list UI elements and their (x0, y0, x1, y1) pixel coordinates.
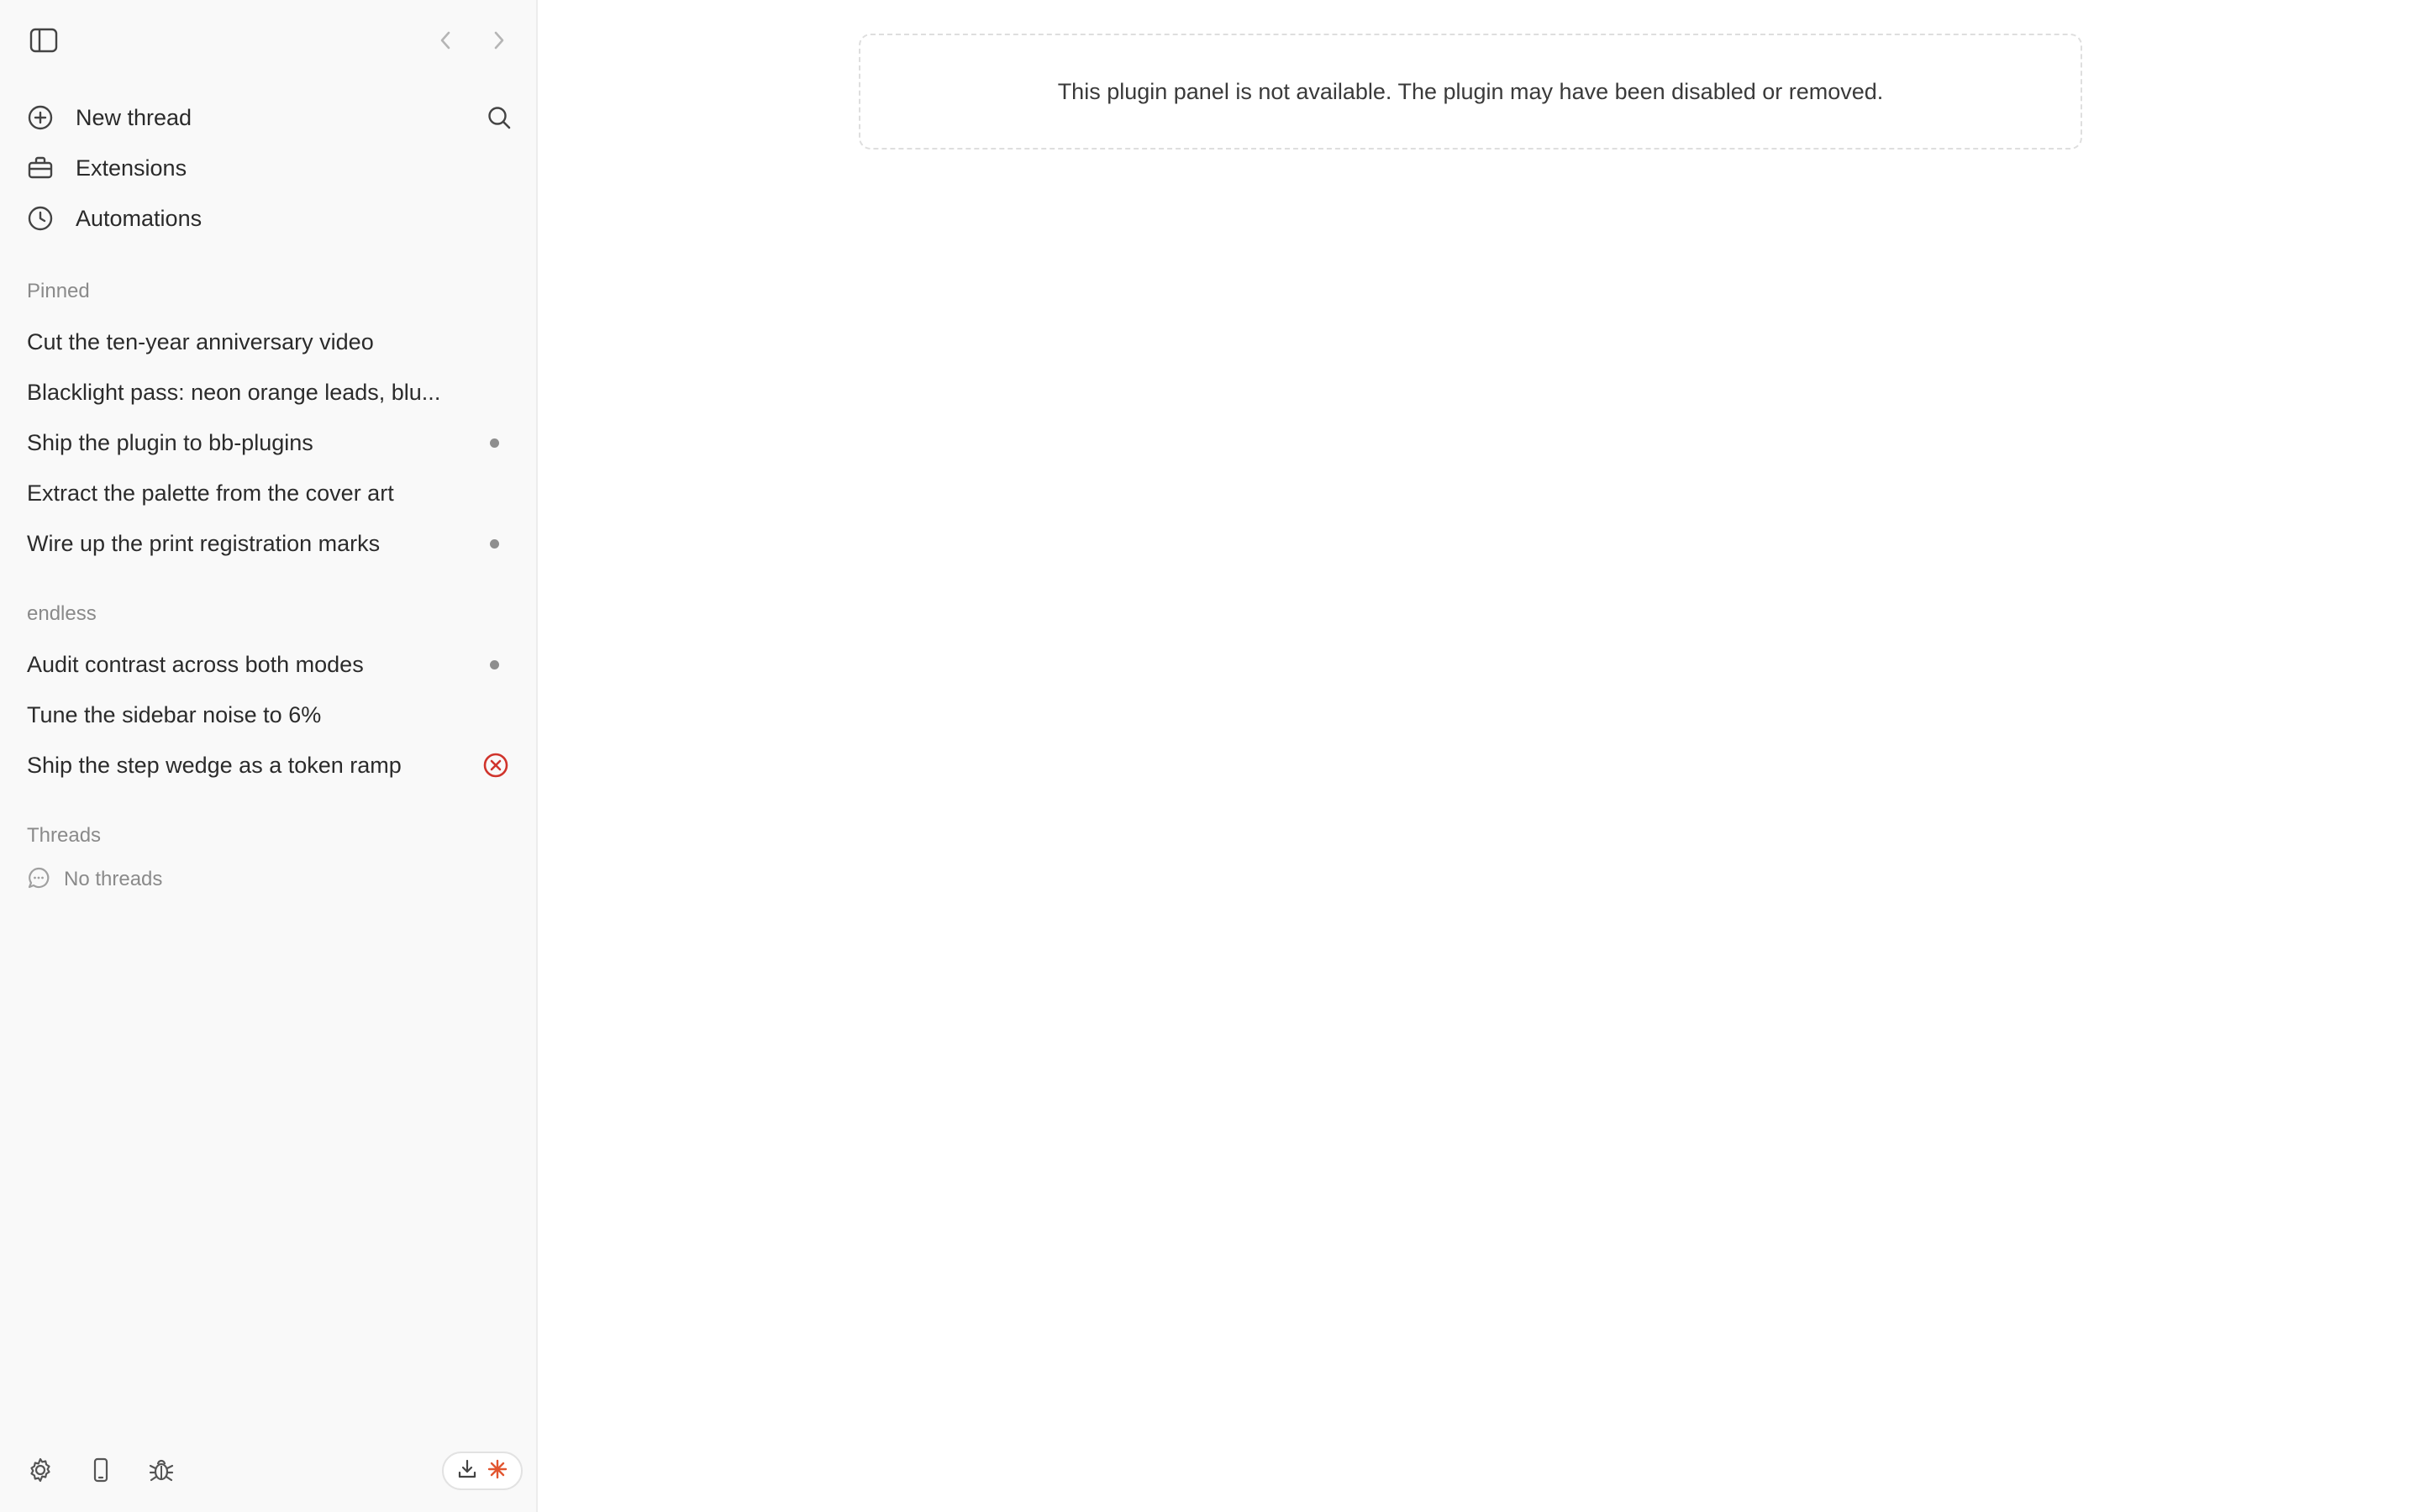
empty-threads-row: No threads (27, 865, 162, 894)
main-panel: This plugin panel is not available. The … (538, 0, 2420, 1512)
pinned-thread-item[interactable]: Ship the plugin to bb-plugins (17, 420, 521, 465)
project-section-label: endless (27, 602, 97, 625)
project-thread-item[interactable]: Ship the step wedge as a token ramp (17, 743, 521, 788)
clock-icon (25, 203, 55, 234)
project-thread-item[interactable]: Tune the sidebar noise to 6% (17, 692, 521, 738)
pinned-thread-item[interactable]: Extract the palette from the cover art (17, 470, 521, 516)
unread-dot-icon (490, 539, 499, 549)
pinned-thread-item[interactable]: Cut the ten-year anniversary video (17, 319, 521, 365)
thread-title: Wire up the print registration marks (27, 530, 381, 556)
thread-title: Blacklight pass: neon orange leads, blu.… (27, 379, 441, 405)
new-thread-button[interactable]: New thread (24, 96, 519, 139)
pinned-thread-item[interactable]: Wire up the print registration marks (17, 521, 521, 566)
extensions-label: Extensions (76, 155, 187, 181)
extensions-button[interactable]: Extensions (24, 146, 519, 190)
chat-bubble-icon (27, 866, 50, 894)
project-thread-item[interactable]: Audit contrast across both modes (17, 642, 521, 687)
thread-title: Ship the plugin to bb-plugins (27, 429, 313, 455)
notice-text: This plugin panel is not available. The … (1057, 78, 1884, 104)
spark-icon (487, 1458, 508, 1484)
thread-title: Cut the ten-year anniversary video (27, 328, 374, 354)
thread-title: Extract the palette from the cover art (27, 480, 394, 506)
thread-title: Ship the step wedge as a token ramp (27, 752, 402, 778)
forward-chevron-icon[interactable] (484, 25, 514, 55)
toggle-sidebar-icon[interactable] (27, 25, 60, 55)
sidebar: New thread Extensions Automations Pinned… (0, 0, 538, 1512)
toolbox-icon (25, 153, 55, 183)
error-circle-icon (482, 752, 509, 779)
app-window: New thread Extensions Automations Pinned… (0, 0, 2420, 1512)
unread-dot-icon (490, 438, 499, 448)
new-thread-label: New thread (76, 104, 192, 130)
thread-title: Tune the sidebar noise to 6% (27, 701, 322, 727)
empty-threads-label: No threads (64, 868, 163, 890)
update-status-pill[interactable] (442, 1452, 523, 1490)
download-icon (456, 1458, 478, 1484)
settings-icon[interactable] (25, 1455, 55, 1485)
plus-circle-icon (25, 102, 55, 133)
pinned-thread-item[interactable]: Blacklight pass: neon orange leads, blu.… (17, 370, 521, 415)
search-icon[interactable] (484, 102, 514, 133)
bug-icon[interactable] (146, 1455, 176, 1485)
threads-section-label: Threads (27, 824, 102, 847)
back-chevron-icon[interactable] (430, 25, 460, 55)
automations-label: Automations (76, 205, 203, 231)
phone-icon[interactable] (86, 1455, 116, 1485)
pinned-section-label: Pinned (27, 280, 90, 302)
plugin-unavailable-notice: This plugin panel is not available. The … (859, 34, 2082, 150)
unread-dot-icon (490, 660, 499, 669)
automations-button[interactable]: Automations (24, 197, 519, 240)
thread-title: Audit contrast across both modes (27, 651, 364, 677)
